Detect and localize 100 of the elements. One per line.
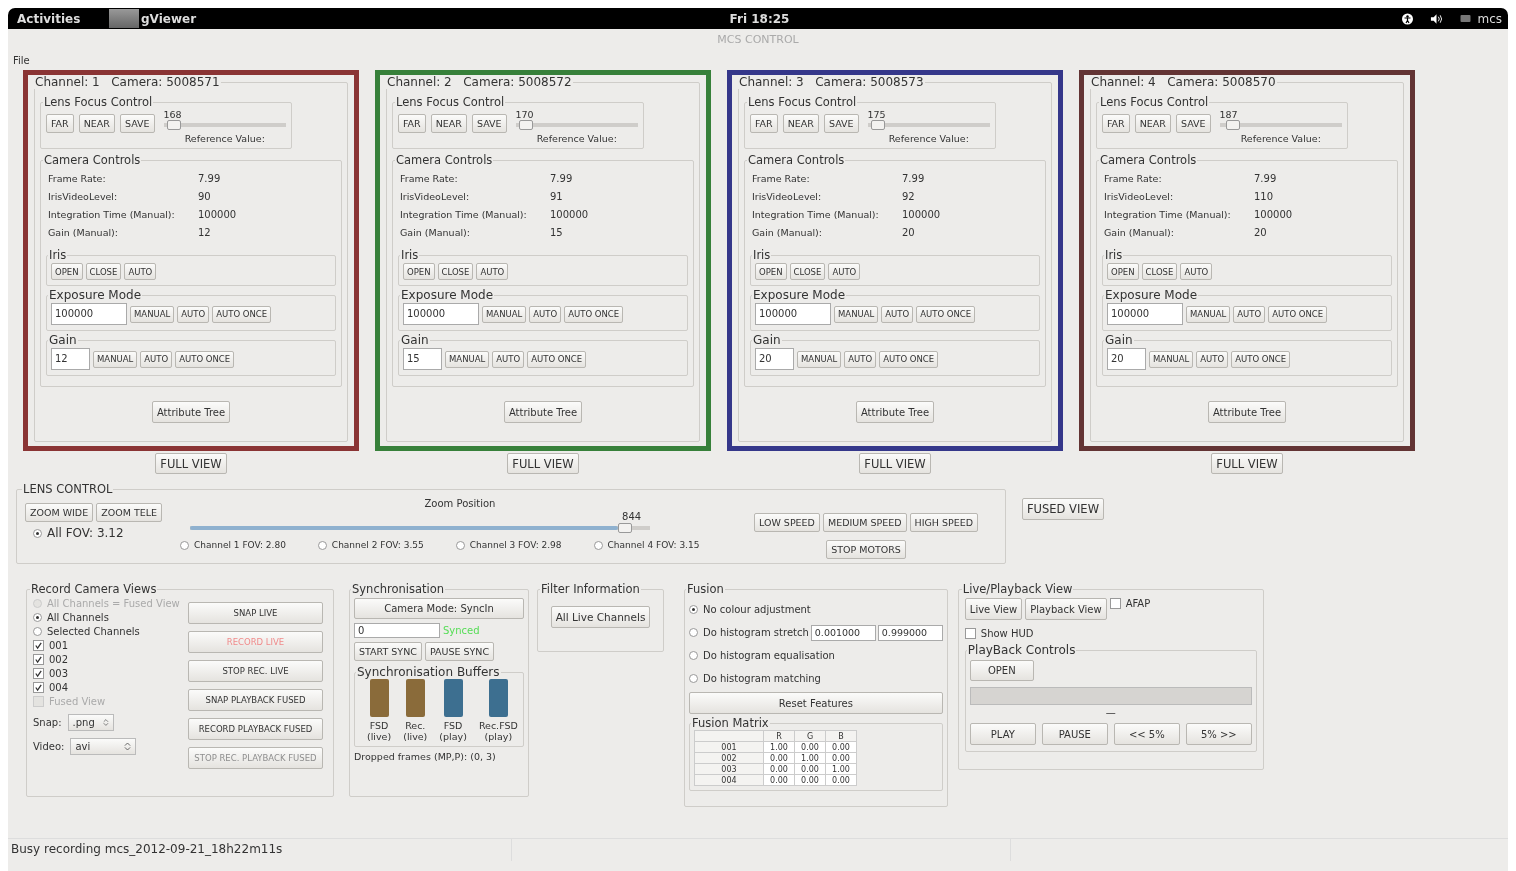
exposure-button[interactable]: MANUAL xyxy=(834,305,879,323)
menu-item[interactable]: File xyxy=(13,55,30,66)
record-button[interactable]: SNAP PLAYBACK FUSED xyxy=(188,689,323,711)
record-button[interactable]: SNAP LIVE xyxy=(188,602,323,624)
slider-thumb[interactable] xyxy=(518,120,533,130)
video-format-dropdown[interactable]: avi xyxy=(70,738,137,755)
gain-button[interactable]: AUTO ONCE xyxy=(879,350,939,368)
iris-button[interactable]: CLOSE xyxy=(789,263,826,280)
exposure-button[interactable]: AUTO ONCE xyxy=(916,305,976,323)
attribute-tree-button[interactable]: Attribute Tree xyxy=(503,401,583,423)
iris-button[interactable]: AUTO xyxy=(124,263,157,280)
focus-button[interactable]: SAVE xyxy=(1175,114,1211,133)
exposure-field[interactable]: 100000 xyxy=(51,303,127,325)
channel-checkbox[interactable]: 001 xyxy=(33,640,188,651)
focus-button[interactable]: FAR xyxy=(1102,114,1130,133)
afap-checkbox[interactable]: AFAP xyxy=(1109,598,1151,609)
stretch-field[interactable]: 0.001000 xyxy=(810,624,876,641)
iris-button[interactable]: OPEN xyxy=(403,263,435,280)
focus-button[interactable]: FAR xyxy=(398,114,426,133)
gain-field[interactable]: 20 xyxy=(1107,348,1146,370)
show-hud-checkbox[interactable]: Show HUD xyxy=(964,628,1257,639)
full-view-button[interactable]: FULL VIEW xyxy=(1211,453,1283,474)
attribute-tree-button[interactable]: Attribute Tree xyxy=(1207,401,1287,423)
exposure-button[interactable]: AUTO xyxy=(881,305,914,323)
zoom-button[interactable]: ZOOM WIDE xyxy=(25,503,94,522)
fov-radio[interactable]: Channel 1 FOV: 2.80 xyxy=(180,540,286,550)
iris-button[interactable]: AUTO xyxy=(1180,263,1213,280)
exposure-button[interactable]: AUTO xyxy=(1233,305,1266,323)
iris-button[interactable]: AUTO xyxy=(476,263,509,280)
gain-button[interactable]: MANUAL xyxy=(1149,350,1194,368)
gain-field[interactable]: 12 xyxy=(51,348,90,370)
iris-button[interactable]: AUTO xyxy=(828,263,861,280)
record-radio[interactable]: Selected Channels xyxy=(33,626,188,637)
gain-field[interactable]: 15 xyxy=(403,348,442,370)
exposure-button[interactable]: AUTO xyxy=(177,305,210,323)
sync-button[interactable]: PAUSE SYNC xyxy=(424,642,495,661)
record-radio[interactable]: All Channels xyxy=(33,612,188,623)
exposure-button[interactable]: AUTO ONCE xyxy=(564,305,624,323)
speed-button[interactable]: HIGH SPEED xyxy=(909,513,979,532)
sync-button[interactable]: START SYNC xyxy=(354,642,422,661)
exposure-button[interactable]: MANUAL xyxy=(482,305,527,323)
channel-checkbox[interactable]: 004 xyxy=(33,682,188,693)
iris-button[interactable]: CLOSE xyxy=(85,263,122,280)
gain-button[interactable]: MANUAL xyxy=(797,350,842,368)
attribute-tree-button[interactable]: Attribute Tree xyxy=(151,401,231,423)
gain-field[interactable]: 20 xyxy=(755,348,794,370)
fov-radio[interactable]: Channel 2 FOV: 3.55 xyxy=(317,540,424,550)
view-button[interactable]: Live View xyxy=(964,598,1023,620)
accessibility-icon[interactable] xyxy=(1401,12,1415,25)
iris-button[interactable]: OPEN xyxy=(755,263,787,280)
user-menu[interactable]: mcs xyxy=(1477,11,1502,26)
exposure-button[interactable]: AUTO ONCE xyxy=(212,305,272,323)
focus-button[interactable]: SAVE xyxy=(471,114,507,133)
app-menu[interactable]: gViewer xyxy=(141,11,197,26)
fusion-radio[interactable]: Do histogram stretch xyxy=(689,627,809,638)
gain-button[interactable]: AUTO xyxy=(844,350,877,368)
fusion-radio[interactable]: No colour adjustment xyxy=(689,604,811,615)
gain-button[interactable]: AUTO ONCE xyxy=(175,350,235,368)
exposure-button[interactable]: MANUAL xyxy=(1186,305,1231,323)
view-button[interactable]: Playback View xyxy=(1025,598,1107,620)
full-view-button[interactable]: FULL VIEW xyxy=(859,453,931,474)
slider-thumb[interactable] xyxy=(1226,120,1241,130)
full-view-button[interactable]: FULL VIEW xyxy=(155,453,227,474)
live-channels-button[interactable]: All Live Channels xyxy=(550,606,651,628)
exposure-field[interactable]: 100000 xyxy=(1107,303,1183,325)
slider-thumb[interactable] xyxy=(618,523,633,533)
focus-button[interactable]: SAVE xyxy=(823,114,859,133)
volume-icon[interactable] xyxy=(1430,12,1444,25)
open-button[interactable]: OPEN xyxy=(969,660,1034,681)
speed-button[interactable]: MEDIUM SPEED xyxy=(822,513,907,532)
focus-button[interactable]: NEAR xyxy=(1134,114,1171,133)
camera-mode-button[interactable]: Camera Mode: SyncIn xyxy=(354,598,524,619)
channel-checkbox[interactable]: 002 xyxy=(33,654,188,665)
stretch-field[interactable]: 0.999000 xyxy=(877,624,943,641)
fusion-radio[interactable]: Do histogram equalisation xyxy=(689,650,835,661)
attribute-tree-button[interactable]: Attribute Tree xyxy=(855,401,935,423)
focus-button[interactable]: NEAR xyxy=(782,114,819,133)
gain-button[interactable]: MANUAL xyxy=(93,350,138,368)
focus-button[interactable]: FAR xyxy=(750,114,778,133)
iris-button[interactable]: CLOSE xyxy=(1141,263,1178,280)
exposure-field[interactable]: 100000 xyxy=(755,303,831,325)
channel-checkbox[interactable]: 003 xyxy=(33,668,188,679)
reset-features-button[interactable]: Reset Features xyxy=(689,692,943,714)
focus-button[interactable]: NEAR xyxy=(78,114,115,133)
slider-thumb[interactable] xyxy=(870,120,885,130)
exposure-button[interactable]: MANUAL xyxy=(130,305,175,323)
playback-button[interactable]: PLAY xyxy=(969,723,1036,745)
fov-radio[interactable]: Channel 3 FOV: 2.98 xyxy=(455,540,562,550)
record-button[interactable]: STOP REC. LIVE xyxy=(188,660,323,682)
playback-button[interactable]: PAUSE xyxy=(1041,723,1108,745)
fov-radio[interactable]: Channel 4 FOV: 3.15 xyxy=(593,540,700,550)
focus-button[interactable]: SAVE xyxy=(119,114,155,133)
exposure-button[interactable]: AUTO ONCE xyxy=(1268,305,1328,323)
fusion-radio[interactable]: Do histogram matching xyxy=(689,673,821,684)
sync-field[interactable]: 0 xyxy=(354,623,440,638)
snap-format-dropdown[interactable]: .png xyxy=(67,714,114,731)
playback-button[interactable]: 5% >> xyxy=(1185,723,1252,745)
gain-button[interactable]: AUTO xyxy=(1196,350,1229,368)
focus-button[interactable]: NEAR xyxy=(430,114,467,133)
gain-button[interactable]: AUTO xyxy=(492,350,525,368)
